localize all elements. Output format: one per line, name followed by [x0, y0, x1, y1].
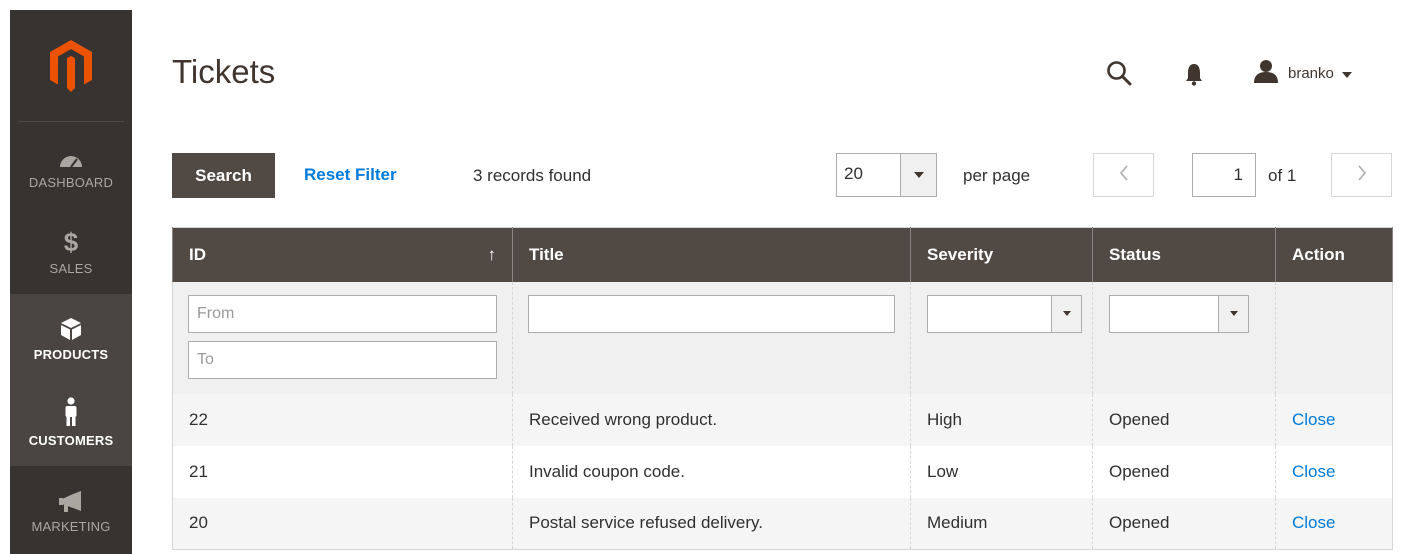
filter-cell-id [172, 281, 513, 394]
reset-filter-link[interactable]: Reset Filter [304, 165, 397, 185]
megaphone-icon [59, 485, 83, 513]
title-filter-input[interactable] [528, 294, 895, 333]
close-ticket-link[interactable]: Close [1292, 513, 1335, 532]
cell-status: Opened [1092, 445, 1276, 498]
sidebar-item-label: CUSTOMERS [28, 432, 114, 448]
search-icon[interactable] [1104, 58, 1134, 88]
column-header-label: Action [1292, 244, 1345, 264]
cell-id: 22 [172, 393, 513, 446]
table-row: 20 Postal service refused delivery. Medi… [172, 497, 1393, 550]
sort-ascending-icon: ↑ [487, 245, 497, 264]
table-row: 21 Invalid coupon code. Low Opened Close [172, 445, 1393, 498]
column-header-label: Title [529, 244, 564, 264]
cell-severity: Medium [910, 497, 1093, 550]
tickets-grid: ID ↑ Title Severity Status Action From T… [172, 227, 1393, 550]
id-from-input[interactable] [188, 294, 497, 333]
column-header-severity[interactable]: Severity [910, 227, 1093, 282]
search-button[interactable]: Search [172, 153, 275, 198]
sidebar-item-label: DASHBOARD [28, 174, 114, 190]
bell-icon[interactable] [1182, 60, 1206, 88]
per-page-value: 20 [844, 164, 863, 183]
chevron-down-icon [900, 154, 936, 196]
total-pages-label: of 1 [1268, 166, 1297, 185]
chevron-right-icon [1357, 164, 1367, 186]
column-header-id[interactable]: ID ↑ [172, 227, 513, 282]
cell-action: Close [1275, 497, 1393, 550]
sidebar-item-label: SALES [49, 260, 93, 276]
chevron-down-icon [1051, 295, 1081, 332]
records-found-count: 3 records found [473, 166, 592, 185]
sidebar-item-customers[interactable]: CUSTOMERS [10, 380, 132, 466]
severity-filter-select[interactable] [927, 294, 1082, 333]
severity-filter-value [928, 296, 1051, 332]
sidebar-item-marketing[interactable]: MARKETING [10, 466, 132, 552]
user-icon [1252, 59, 1280, 87]
cell-title: Invalid coupon code. [512, 445, 911, 498]
id-to-input[interactable] [188, 340, 497, 379]
sidebar-item-products[interactable]: PRODUCTS [10, 294, 132, 380]
cube-icon [60, 313, 82, 341]
admin-sidebar: DASHBOARD $ SALES PRODUCTS CUSTOMERS MAR… [10, 10, 132, 554]
previous-page-button[interactable] [1093, 153, 1154, 197]
per-page-label: per page [963, 166, 1031, 185]
column-header-label: Severity [927, 244, 994, 264]
column-header-status[interactable]: Status [1092, 227, 1276, 282]
cell-title: Received wrong product. [512, 393, 911, 446]
sidebar-item-sales[interactable]: $ SALES [10, 208, 132, 294]
cell-severity: Low [910, 445, 1093, 498]
cell-action: Close [1275, 393, 1393, 446]
magento-logo-icon[interactable] [18, 10, 124, 122]
column-header-label: ID [189, 244, 206, 264]
cell-action: Close [1275, 445, 1393, 498]
chevron-down-icon [1218, 295, 1248, 332]
cell-title: Postal service refused delivery. [512, 497, 911, 550]
cell-status: Opened [1092, 393, 1276, 446]
speedometer-icon [58, 141, 84, 169]
filter-cell-title [512, 281, 911, 394]
grid-header-row: ID ↑ Title Severity Status Action [172, 227, 1393, 282]
per-page-select[interactable]: 20 [836, 153, 937, 197]
sidebar-item-label: PRODUCTS [33, 346, 109, 362]
cell-status: Opened [1092, 497, 1276, 550]
filter-row [172, 281, 1393, 394]
user-menu[interactable]: branko [1252, 60, 1352, 86]
cell-id: 20 [172, 497, 513, 550]
sidebar-item-dashboard[interactable]: DASHBOARD [10, 122, 132, 208]
filter-cell-status [1092, 281, 1276, 394]
column-header-title[interactable]: Title [512, 227, 911, 282]
cell-severity: High [910, 393, 1093, 446]
close-ticket-link[interactable]: Close [1292, 462, 1335, 481]
status-filter-value [1110, 296, 1218, 332]
page-number-input[interactable] [1192, 153, 1256, 197]
filter-cell-severity [910, 281, 1093, 394]
next-page-button[interactable] [1331, 153, 1392, 197]
table-row: 22 Received wrong product. High Opened C… [172, 393, 1393, 446]
dollar-icon: $ [63, 226, 79, 257]
filter-cell-action [1275, 281, 1393, 394]
page-title: Tickets [172, 53, 276, 90]
cell-id: 21 [172, 445, 513, 498]
column-header-action: Action [1275, 227, 1393, 282]
column-header-label: Status [1109, 244, 1161, 264]
close-ticket-link[interactable]: Close [1292, 410, 1335, 429]
sidebar-item-label: MARKETING [31, 518, 111, 534]
chevron-down-icon [1341, 65, 1352, 82]
chevron-left-icon [1119, 164, 1129, 186]
person-icon [63, 396, 79, 427]
user-name: branko [1288, 64, 1334, 82]
status-filter-select[interactable] [1109, 294, 1249, 333]
